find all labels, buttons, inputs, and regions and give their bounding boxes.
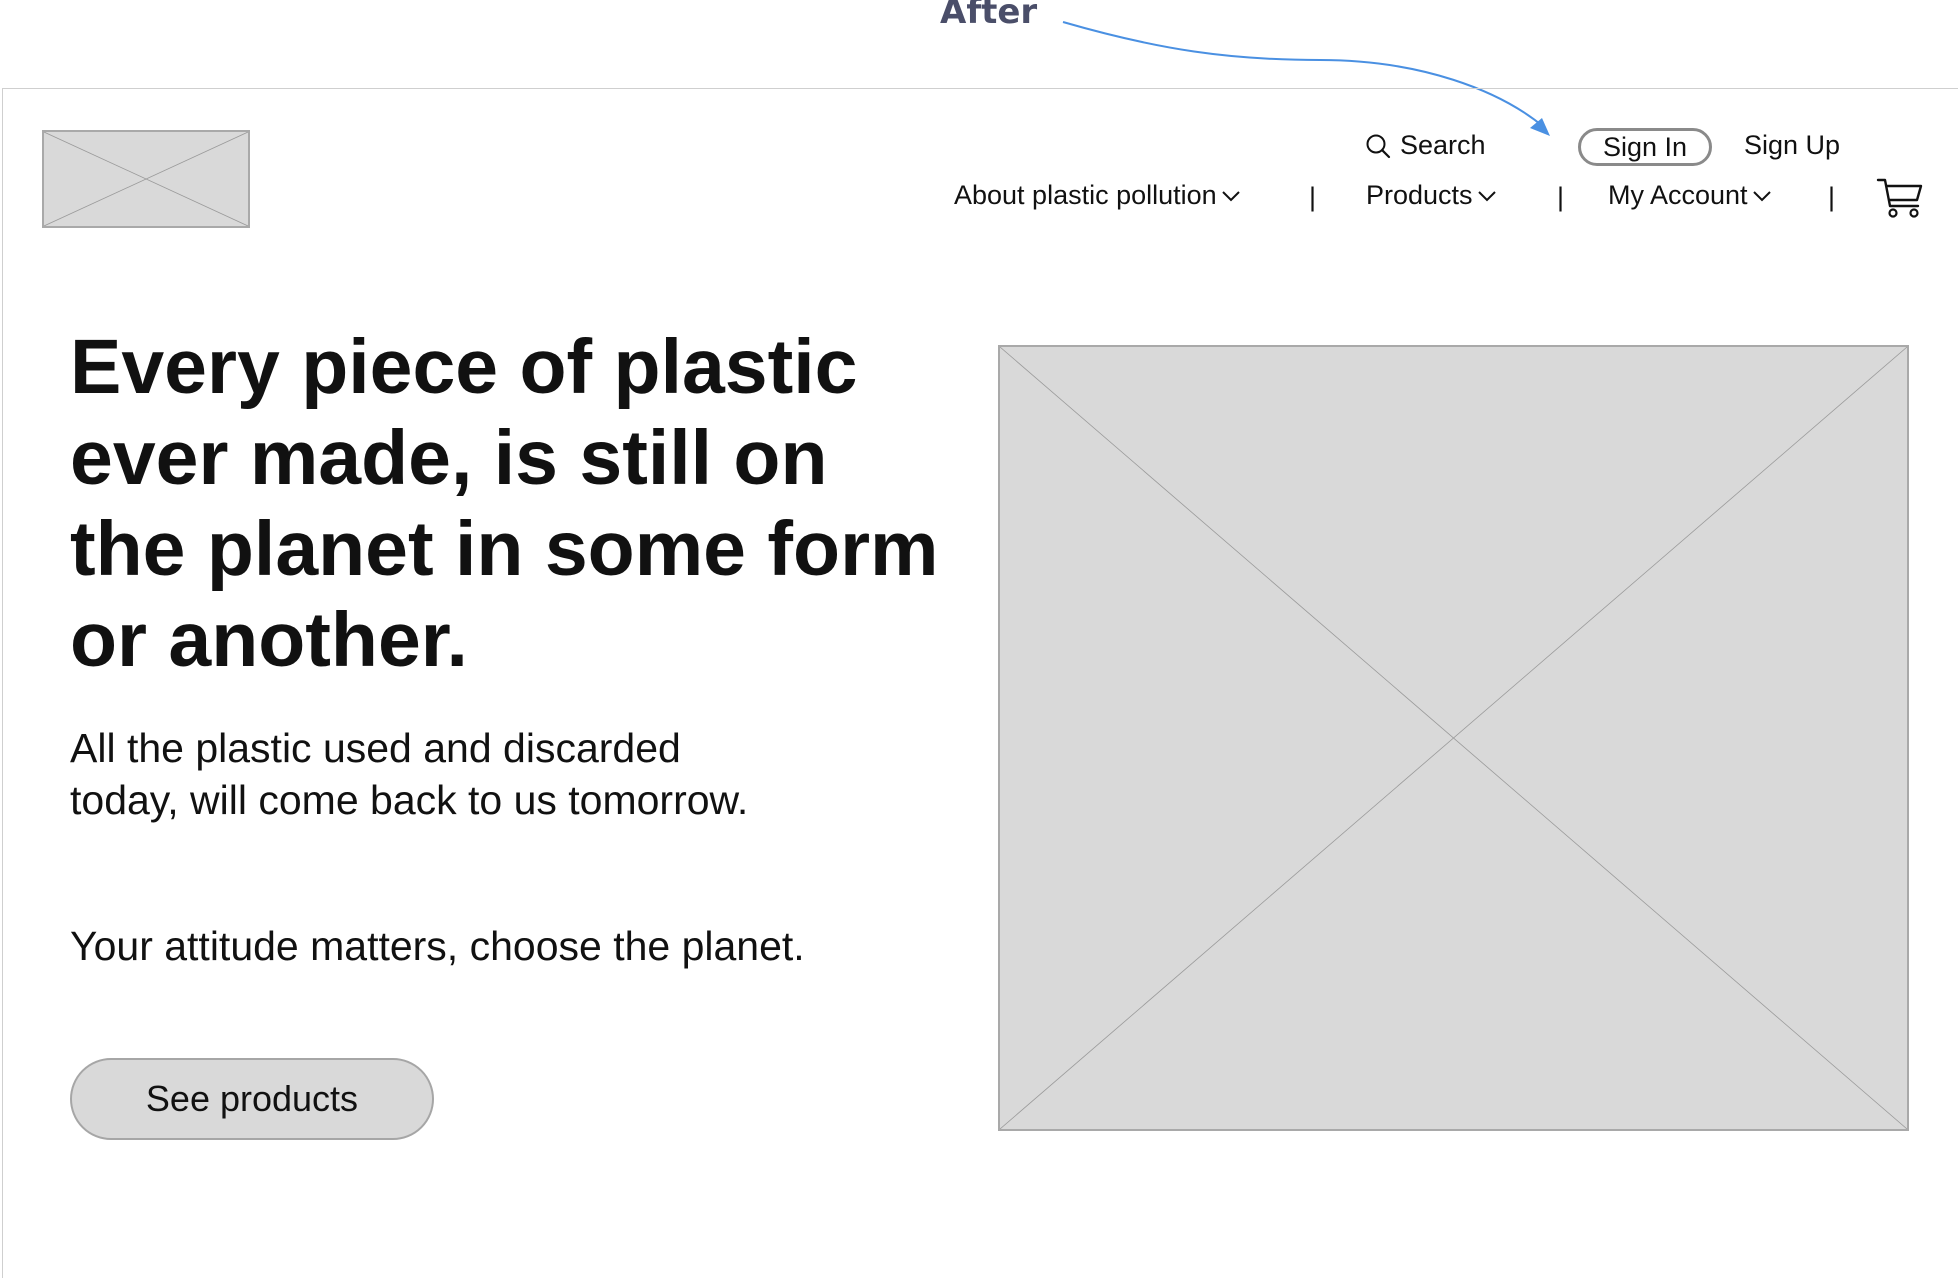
nav-separator: |	[1309, 182, 1317, 212]
cart-icon[interactable]	[1876, 174, 1924, 222]
nav-separator: |	[1557, 182, 1565, 212]
logo-placeholder[interactable]	[42, 130, 250, 228]
sign-up-link[interactable]: Sign Up	[1744, 130, 1840, 161]
chevron-down-icon	[1477, 189, 1497, 203]
hero-headline: Every piece of plastic ever made, is sti…	[70, 324, 939, 683]
sign-in-button[interactable]: Sign In	[1578, 128, 1712, 166]
annotation-label: After	[940, 0, 1038, 32]
nav-my-account[interactable]: My Account	[1608, 180, 1772, 211]
search-label: Search	[1400, 130, 1486, 160]
nav-about-label: About plastic pollution	[954, 180, 1217, 210]
hero-image-placeholder	[998, 345, 1909, 1131]
search-link[interactable]: Search	[1364, 130, 1486, 161]
nav-about-plastic-pollution[interactable]: About plastic pollution	[954, 180, 1241, 211]
nav-my-account-label: My Account	[1608, 180, 1748, 210]
nav-products-label: Products	[1366, 180, 1473, 210]
chevron-down-icon	[1752, 189, 1772, 203]
nav-products[interactable]: Products	[1366, 180, 1497, 211]
nav-separator: |	[1828, 182, 1836, 212]
chevron-down-icon	[1221, 189, 1241, 203]
hero-tagline: Your attitude matters, choose the planet…	[70, 923, 805, 969]
sign-in-label: Sign In	[1602, 131, 1688, 162]
see-products-button[interactable]: See products	[70, 1058, 434, 1140]
hero-subtext: All the plastic used and discarded today…	[70, 725, 749, 823]
search-icon	[1364, 132, 1392, 160]
